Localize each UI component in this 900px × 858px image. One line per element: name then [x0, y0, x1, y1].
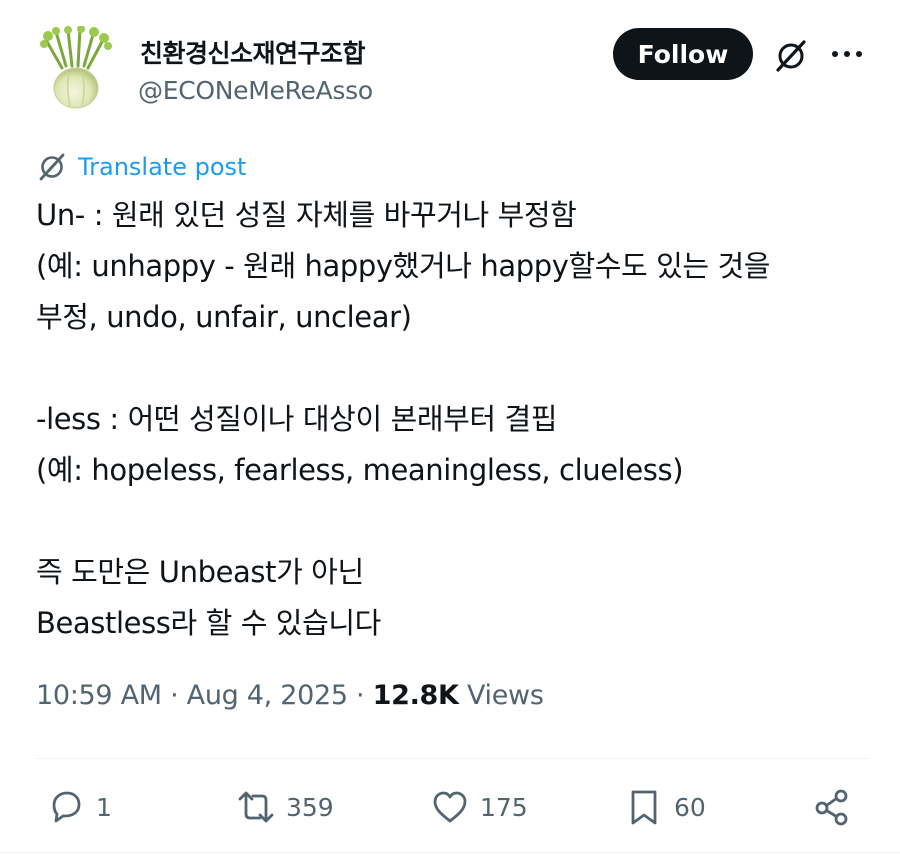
- user-handle[interactable]: @ECONeMeReAsso: [138, 76, 373, 105]
- views-count: 12.8K: [372, 680, 459, 711]
- heart-icon: [433, 791, 467, 823]
- like-count: 175: [480, 792, 528, 822]
- tweet-line: 즉 도만은 Unbeast가 아닌: [36, 555, 364, 589]
- follow-button[interactable]: Follow: [613, 28, 753, 80]
- tweet-line: -less : 어떤 성질이나 대상이 본래부터 결핍: [36, 402, 558, 436]
- tweet-line: Un- : 원래 있던 성질 자체를 바꾸거나 부정함: [36, 198, 577, 232]
- share-button[interactable]: [812, 782, 852, 832]
- tweet-line: (예: unhappy - 원래 happy했거나 happy할수도 있는 것을: [36, 249, 771, 283]
- tweet-line: Beastless라 할 수 있습니다: [36, 606, 381, 640]
- action-bar: 1 359 175 60: [0, 782, 900, 832]
- grok-icon[interactable]: [772, 37, 810, 75]
- reply-icon: [52, 791, 81, 823]
- divider: [36, 758, 870, 759]
- meta-separator: ·: [356, 680, 365, 711]
- meta-separator: ·: [170, 680, 179, 711]
- display-name[interactable]: 친환경신소재연구조합: [140, 34, 366, 70]
- bottom-divider: [0, 852, 900, 853]
- tweet-meta: 10:59 AM · Aug 4, 2025 · 12.8K Views: [36, 680, 544, 711]
- avatar[interactable]: [36, 26, 116, 110]
- bookmark-button[interactable]: 60: [624, 782, 706, 832]
- reply-button[interactable]: 1: [46, 782, 112, 832]
- views-label: Views: [466, 680, 544, 711]
- repost-button[interactable]: 359: [236, 782, 334, 832]
- more-dots-icon[interactable]: [830, 42, 864, 66]
- tweet-date[interactable]: Aug 4, 2025: [187, 680, 348, 711]
- reply-count: 1: [96, 792, 112, 822]
- translate-label[interactable]: Translate post: [78, 153, 246, 181]
- tweet-line: (예: hopeless, fearless, meaningless, clu…: [36, 453, 684, 487]
- repost-icon: [238, 791, 274, 823]
- repost-count: 359: [286, 792, 334, 822]
- tweet-text: Un- : 원래 있던 성질 자체를 바꾸거나 부정함 (예: unhappy …: [36, 190, 876, 649]
- bookmark-count: 60: [674, 792, 706, 822]
- share-icon: [815, 789, 848, 826]
- like-button[interactable]: 175: [430, 782, 528, 832]
- tweet-time[interactable]: 10:59 AM: [36, 680, 162, 711]
- bookmark-icon: [631, 790, 657, 825]
- tweet-line: 부정, undo, unfair, unclear): [36, 300, 412, 334]
- translate-icon: [39, 153, 65, 181]
- translate-post-link[interactable]: Translate post: [36, 150, 246, 184]
